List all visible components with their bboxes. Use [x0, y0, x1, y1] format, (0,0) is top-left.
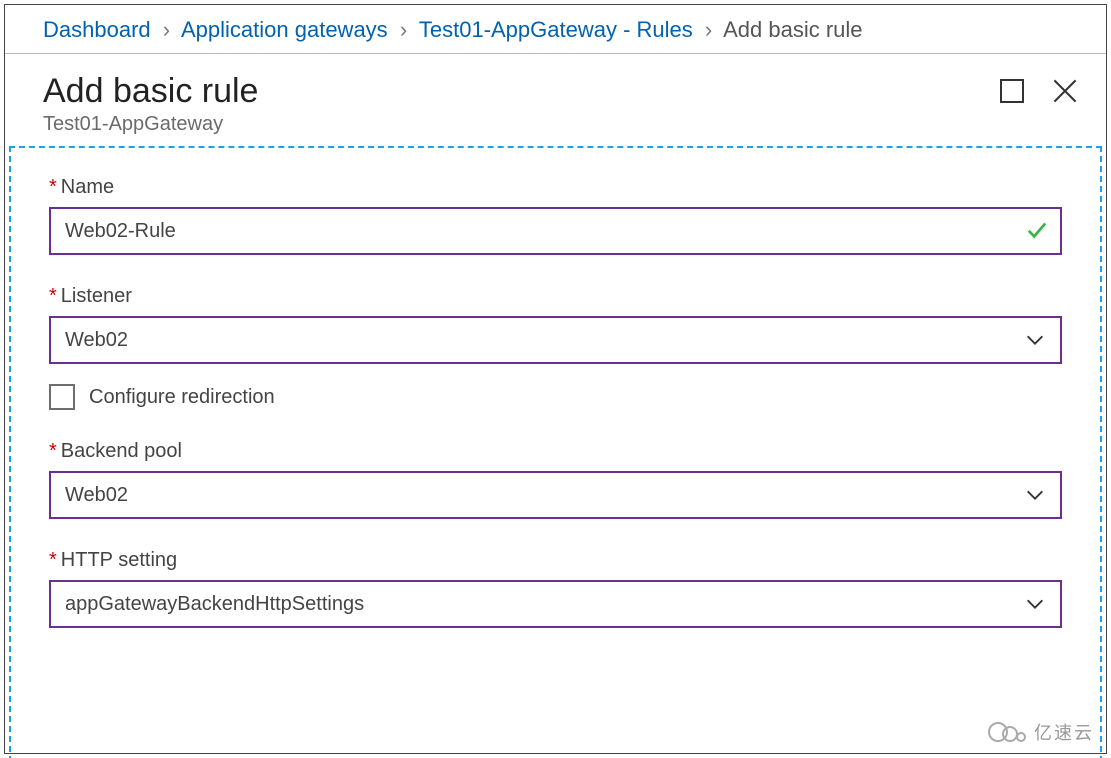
name-input[interactable] [49, 207, 1062, 255]
chevron-down-icon [1024, 484, 1046, 506]
check-icon [1026, 219, 1048, 241]
backend-pool-select[interactable]: Web02 [49, 471, 1062, 519]
listener-label: Listener [61, 285, 132, 307]
http-setting-value: appGatewayBackendHttpSettings [65, 593, 364, 616]
chevron-down-icon [1024, 593, 1046, 615]
breadcrumb-gateway-rules[interactable]: Test01-AppGateway - Rules [419, 17, 693, 42]
breadcrumb: Dashboard › Application gateways › Test0… [5, 5, 1106, 53]
backend-pool-value: Web02 [65, 484, 128, 507]
page-title: Add basic rule [43, 72, 1068, 111]
maximize-icon[interactable] [1000, 79, 1024, 103]
field-http-setting: *HTTP setting appGatewayBackendHttpSetti… [49, 549, 1062, 628]
page-subtitle: Test01-AppGateway [43, 113, 1068, 136]
field-name: *Name [49, 176, 1062, 255]
close-icon[interactable] [1052, 78, 1078, 104]
field-backend-pool: *Backend pool Web02 [49, 440, 1062, 519]
form-panel: *Name *Listener Web02 Configure redirect… [9, 146, 1102, 758]
blade-header: Add basic rule Test01-AppGateway [5, 54, 1106, 146]
listener-value: Web02 [65, 329, 128, 352]
watermark-icon [988, 721, 1028, 743]
http-setting-select[interactable]: appGatewayBackendHttpSettings [49, 580, 1062, 628]
chevron-right-icon: › [400, 17, 407, 43]
breadcrumb-current: Add basic rule [723, 17, 862, 42]
listener-select[interactable]: Web02 [49, 316, 1062, 364]
configure-redirection-checkbox[interactable] [49, 384, 75, 410]
configure-redirection-label: Configure redirection [89, 386, 275, 409]
watermark-text: 亿速云 [1034, 719, 1094, 745]
chevron-down-icon [1024, 329, 1046, 351]
watermark: 亿速云 [988, 719, 1094, 745]
chevron-right-icon: › [163, 17, 170, 43]
http-setting-label: HTTP setting [61, 549, 177, 571]
backend-pool-label: Backend pool [61, 440, 182, 462]
breadcrumb-app-gateways[interactable]: Application gateways [181, 17, 388, 42]
name-label: Name [61, 176, 114, 198]
field-listener: *Listener Web02 Configure redirection [49, 285, 1062, 410]
breadcrumb-dashboard[interactable]: Dashboard [43, 17, 151, 42]
chevron-right-icon: › [705, 17, 712, 43]
